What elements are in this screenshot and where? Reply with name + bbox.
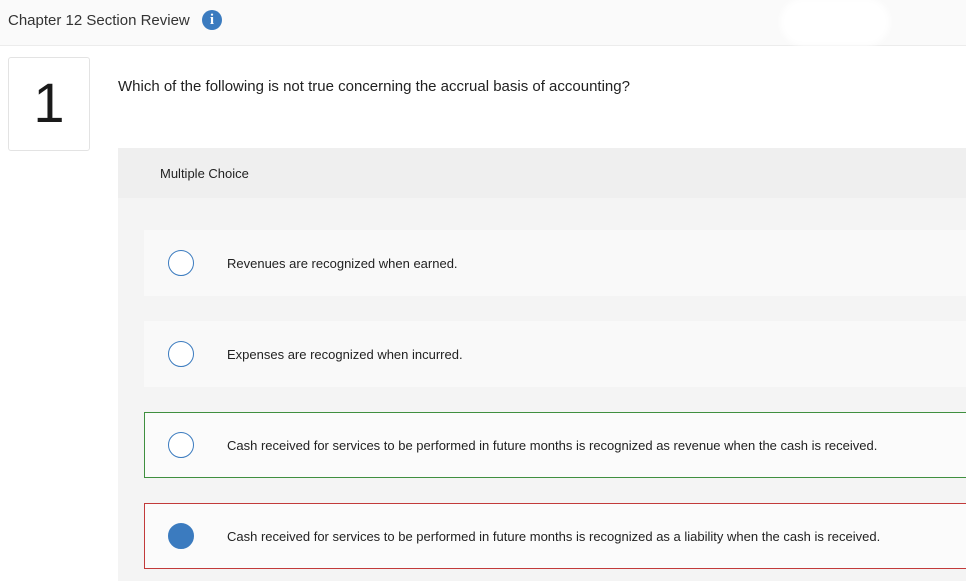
multiple-choice-panel: Multiple Choice Revenues are recognized … [118,148,966,581]
page-header: Chapter 12 Section Review i [0,0,966,46]
choice-text: Revenues are recognized when earned. [227,256,458,271]
info-icon[interactable]: i [202,10,222,30]
choice-option-1[interactable]: Revenues are recognized when earned. [144,230,966,296]
choice-option-2[interactable]: Expenses are recognized when incurred. [144,321,966,387]
multiple-choice-label: Multiple Choice [160,166,249,181]
radio-button-selected[interactable] [168,523,194,549]
multiple-choice-header: Multiple Choice [118,148,966,198]
choice-text: Cash received for services to be perform… [227,529,881,544]
radio-button[interactable] [168,432,194,458]
question-number: 1 [33,71,65,134]
radio-button[interactable] [168,341,194,367]
question-text: Which of the following is not true conce… [118,78,630,95]
question-number-box: 1 [8,57,90,151]
redacted-area [784,2,886,42]
choice-option-3-correct[interactable]: Cash received for services to be perform… [144,412,966,478]
choice-text: Cash received for services to be perform… [227,438,878,453]
radio-button[interactable] [168,250,194,276]
choice-option-4-incorrect[interactable]: Cash received for services to be perform… [144,503,966,569]
choice-text: Expenses are recognized when incurred. [227,347,463,362]
page-title: Chapter 12 Section Review [8,12,190,29]
